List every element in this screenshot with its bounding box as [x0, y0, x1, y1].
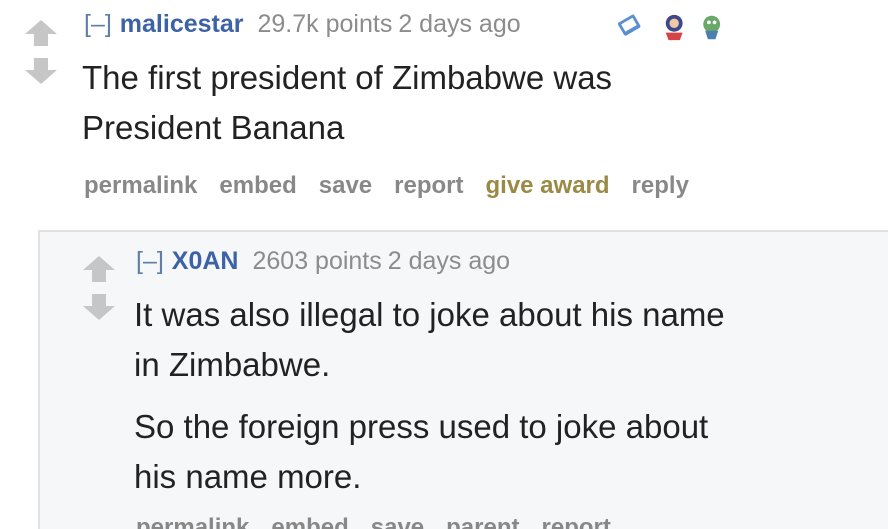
red-award-icon[interactable]: [665, 14, 683, 41]
upvote-arrow-icon[interactable]: [24, 18, 58, 48]
save-button[interactable]: save: [371, 514, 424, 529]
report-button[interactable]: report: [394, 172, 463, 199]
body-line: President Banana: [82, 109, 345, 146]
author-link[interactable]: X0AN: [172, 247, 239, 275]
timestamp: 2 days ago: [387, 247, 511, 275]
body-line: his name more.: [134, 458, 362, 495]
save-button[interactable]: save: [319, 172, 372, 199]
give-award-button[interactable]: give award: [485, 172, 609, 199]
permalink-button[interactable]: permalink: [136, 514, 249, 529]
child-buttons: permalink embed save parent report: [136, 514, 633, 529]
child-vote-arrows: [82, 254, 122, 324]
author-link[interactable]: malicestar: [120, 10, 244, 38]
parent-buttons: permalink embed save report give award reply: [84, 172, 711, 200]
collapse-toggle[interactable]: [–]: [136, 247, 164, 275]
body-line: So the foreign press used to joke about: [134, 408, 709, 445]
permalink-button[interactable]: permalink: [84, 172, 197, 199]
awards-row: [617, 14, 721, 41]
body-line: It was also illegal to joke about his na…: [134, 296, 725, 333]
body-line: in Zimbabwe.: [134, 346, 331, 383]
collapse-toggle[interactable]: [–]: [84, 10, 112, 38]
embed-button[interactable]: embed: [219, 172, 296, 199]
upvote-arrow-icon[interactable]: [82, 254, 116, 284]
child-comment-body: It was also illegal to joke about his na…: [134, 290, 725, 502]
child-tagline: [–] X0AN 2603 points 2 days ago: [136, 247, 510, 276]
parent-vote-arrows: [24, 18, 64, 88]
green-award-icon[interactable]: [703, 15, 721, 40]
downvote-arrow-icon[interactable]: [24, 56, 58, 86]
parent-button[interactable]: parent: [446, 514, 519, 529]
score: 29.7k points: [257, 10, 393, 38]
gold-award-icon[interactable]: [617, 14, 641, 36]
comment-thread: [–] malicestar 29.7k points 2 days ago The …: [0, 0, 888, 529]
child-comment: [–] X0AN 2603 points 2 days ago It was also…: [38, 230, 888, 529]
timestamp: 2 days ago: [398, 10, 521, 38]
reply-button[interactable]: reply: [632, 172, 689, 199]
parent-comment-body: The first president of Zimbabwe was Pres…: [82, 53, 612, 153]
report-button[interactable]: report: [542, 514, 611, 529]
downvote-arrow-icon[interactable]: [82, 292, 116, 322]
embed-button[interactable]: embed: [271, 514, 348, 529]
parent-tagline: [–] malicestar 29.7k points 2 days ago: [84, 10, 521, 39]
score: 2603 points: [252, 247, 382, 275]
body-line: The first president of Zimbabwe was: [82, 59, 613, 96]
